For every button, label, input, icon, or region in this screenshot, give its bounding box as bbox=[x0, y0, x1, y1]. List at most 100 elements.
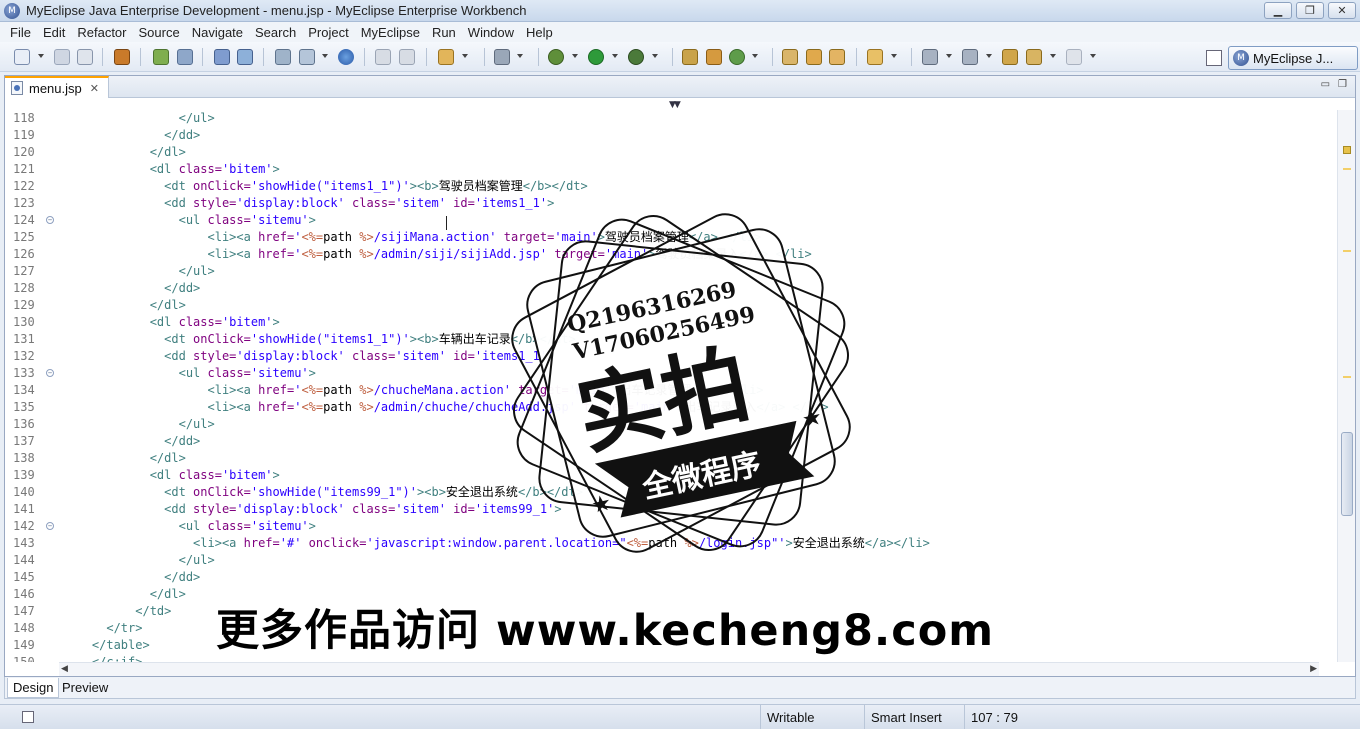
menu-myeclipse[interactable]: MyEclipse bbox=[355, 25, 426, 40]
code-line[interactable]: 144 </ul> bbox=[5, 552, 1327, 569]
deploy-icon[interactable] bbox=[114, 49, 130, 65]
code-line[interactable]: 118 </ul> bbox=[5, 110, 1327, 127]
debug-dropdown-arrow[interactable] bbox=[572, 54, 578, 58]
minimize-button[interactable]: ▁ bbox=[1264, 2, 1292, 19]
run-icon[interactable] bbox=[588, 49, 604, 65]
save-icon[interactable] bbox=[54, 49, 70, 65]
open-resource-icon[interactable] bbox=[299, 49, 315, 65]
code-line[interactable]: 123 <dd style='display:block' class='sit… bbox=[5, 195, 1327, 212]
code-line[interactable]: 121 <dl class='bitem'> bbox=[5, 161, 1327, 178]
run-dropdown-arrow[interactable] bbox=[612, 54, 618, 58]
vertical-scroll-thumb[interactable] bbox=[1341, 432, 1353, 516]
back-history-icon[interactable] bbox=[375, 49, 391, 65]
maximize-editor-icon[interactable]: ❐ bbox=[1338, 79, 1347, 90]
code-line[interactable]: 132 <dd style='display:block' class='sit… bbox=[5, 348, 1327, 365]
close-tab-icon[interactable]: ✕ bbox=[90, 82, 99, 95]
code-line[interactable]: 125 <li><a href='<%=path %>/sijiMana.act… bbox=[5, 229, 1327, 246]
overview-ruler-marker-icon[interactable] bbox=[1343, 146, 1351, 154]
code-line[interactable]: 119 </dd> bbox=[5, 127, 1327, 144]
prev-annotation-icon[interactable] bbox=[962, 49, 978, 65]
tab-design[interactable]: Design bbox=[7, 678, 60, 698]
new-class-dropdown-arrow[interactable] bbox=[752, 54, 758, 58]
code-line[interactable]: 136 </ul> bbox=[5, 416, 1327, 433]
print-icon[interactable] bbox=[77, 49, 93, 65]
new-package-icon[interactable] bbox=[706, 49, 722, 65]
overview-ruler-annotation[interactable] bbox=[1343, 376, 1351, 378]
new-dropdown-arrow[interactable] bbox=[38, 54, 44, 58]
close-button[interactable]: ✕ bbox=[1328, 2, 1356, 19]
code-line[interactable]: 131 <dt onClick='showHide("items1_1")'><… bbox=[5, 331, 1327, 348]
external-tools-dropdown-arrow[interactable] bbox=[652, 54, 658, 58]
scroll-left-icon[interactable]: ◀ bbox=[61, 664, 68, 674]
forward-dropdown-arrow[interactable] bbox=[1090, 54, 1096, 58]
task-icon[interactable] bbox=[829, 49, 845, 65]
resource-dropdown-arrow[interactable] bbox=[322, 54, 328, 58]
code-line[interactable]: 126 <li><a href='<%=path %>/admin/siji/s… bbox=[5, 246, 1327, 263]
tab-preview[interactable]: Preview bbox=[57, 678, 113, 698]
fold-toggle-icon[interactable]: − bbox=[46, 216, 54, 224]
code-line[interactable]: 141 <dd style='display:block' class='sit… bbox=[5, 501, 1327, 518]
code-line[interactable]: 135 <li><a href='<%=path %>/admin/chuche… bbox=[5, 399, 1327, 416]
overview-ruler-annotation[interactable] bbox=[1343, 250, 1351, 252]
horizontal-scrollbar[interactable]: ◀ ▶ bbox=[59, 662, 1319, 676]
prev-annotation-dropdown-arrow[interactable] bbox=[986, 54, 992, 58]
menu-file[interactable]: File bbox=[4, 25, 37, 40]
new-project-icon[interactable] bbox=[682, 49, 698, 65]
code-line[interactable]: 139 <dl class='bitem'> bbox=[5, 467, 1327, 484]
terminal-icon[interactable] bbox=[494, 49, 510, 65]
terminal-dropdown-arrow[interactable] bbox=[517, 54, 523, 58]
menu-run[interactable]: Run bbox=[426, 25, 462, 40]
minimize-editor-icon[interactable]: ▭ bbox=[1321, 79, 1330, 90]
last-edit-icon[interactable] bbox=[1002, 49, 1018, 65]
code-line[interactable]: 122 <dt onClick='showHide("items1_1")'><… bbox=[5, 178, 1327, 195]
code-line[interactable]: 128 </dd> bbox=[5, 280, 1327, 297]
editor-tab-menu-jsp[interactable]: menu.jsp ✕ bbox=[5, 76, 109, 98]
code-line[interactable]: 133 − <ul class='sitemu'> bbox=[5, 365, 1327, 382]
edit-icon[interactable] bbox=[806, 49, 822, 65]
code-line[interactable]: 134 <li><a href='<%=path %>/chucheMana.a… bbox=[5, 382, 1327, 399]
fold-toggle-icon[interactable]: − bbox=[46, 369, 54, 377]
code-line[interactable]: 129 </dl> bbox=[5, 297, 1327, 314]
overview-ruler-annotation[interactable] bbox=[1343, 168, 1351, 170]
menu-navigate[interactable]: Navigate bbox=[186, 25, 249, 40]
forward-icon[interactable] bbox=[1066, 49, 1082, 65]
code-line[interactable]: 145 </dd> bbox=[5, 569, 1327, 586]
code-line[interactable]: 130 <dl class='bitem'> bbox=[5, 314, 1327, 331]
browser-globe-icon[interactable] bbox=[338, 49, 354, 65]
code-line[interactable]: 143 <li><a href='#' onclick='javascript:… bbox=[5, 535, 1327, 552]
code-line[interactable]: 120 </dl> bbox=[5, 144, 1327, 161]
debug-icon[interactable] bbox=[548, 49, 564, 65]
code-line[interactable]: 140 <dt onClick='showHide("items99_1")'>… bbox=[5, 484, 1327, 501]
external-tools-icon[interactable] bbox=[628, 49, 644, 65]
open-type-icon[interactable] bbox=[275, 49, 291, 65]
forward-history-icon[interactable] bbox=[399, 49, 415, 65]
menu-help[interactable]: Help bbox=[520, 25, 559, 40]
annotation-icon[interactable] bbox=[867, 49, 883, 65]
restore-button[interactable]: ❐ bbox=[1296, 2, 1324, 19]
code-line[interactable]: 142 − <ul class='sitemu'> bbox=[5, 518, 1327, 535]
vertical-scrollbar[interactable] bbox=[1337, 110, 1355, 662]
code-line[interactable]: 127 </ul> bbox=[5, 263, 1327, 280]
menu-source[interactable]: Source bbox=[133, 25, 186, 40]
next-annotation-icon[interactable] bbox=[922, 49, 938, 65]
perspective-switcher[interactable]: M MyEclipse J... bbox=[1228, 46, 1358, 70]
open-folder-icon[interactable] bbox=[782, 49, 798, 65]
wizard-icon[interactable] bbox=[214, 49, 230, 65]
code-line[interactable]: 137 </dd> bbox=[5, 433, 1327, 450]
code-line[interactable]: 124 − <ul class='sitemu'> bbox=[5, 212, 1327, 229]
code-line[interactable]: 138 </dl> bbox=[5, 450, 1327, 467]
fast-view-icon[interactable] bbox=[22, 711, 34, 723]
menu-refactor[interactable]: Refactor bbox=[71, 25, 132, 40]
menu-search[interactable]: Search bbox=[249, 25, 302, 40]
new-class-icon[interactable] bbox=[729, 49, 745, 65]
new-icon[interactable] bbox=[14, 49, 30, 65]
back-icon[interactable] bbox=[1026, 49, 1042, 65]
back-dropdown-arrow[interactable] bbox=[1050, 54, 1056, 58]
menu-window[interactable]: Window bbox=[462, 25, 520, 40]
split-collapse-icon[interactable]: ▼▼ bbox=[669, 100, 681, 110]
server-icon[interactable] bbox=[153, 49, 169, 65]
bookmark-dropdown-arrow[interactable] bbox=[462, 54, 468, 58]
fold-toggle-icon[interactable]: − bbox=[46, 522, 54, 530]
wizard-alt-icon[interactable] bbox=[237, 49, 253, 65]
open-perspective-icon[interactable] bbox=[1206, 50, 1222, 66]
